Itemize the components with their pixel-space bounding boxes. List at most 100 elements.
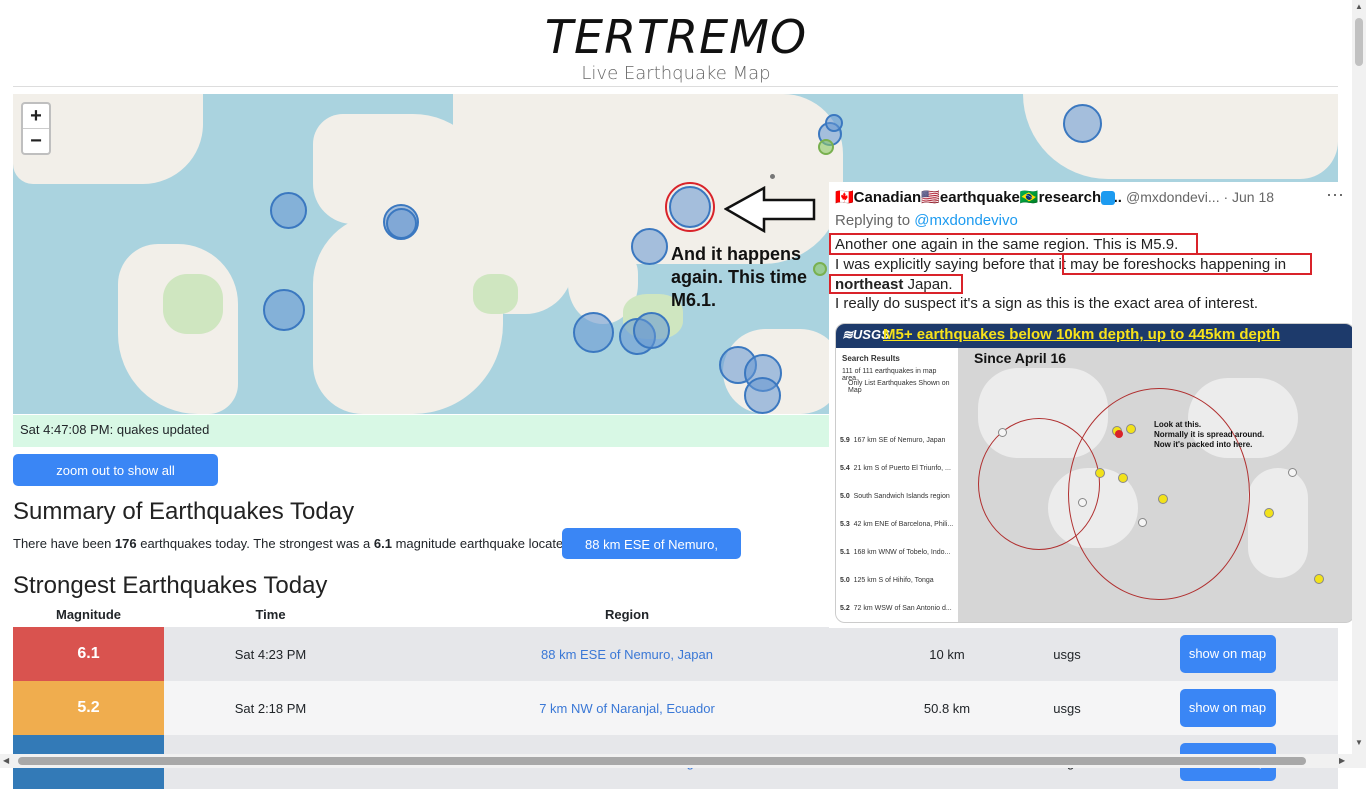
depth-cell: 50.8 km [877,681,1017,735]
zoom-in-button[interactable]: + [23,104,49,128]
highlight-box [829,233,1198,255]
earthquake-marker[interactable] [270,192,307,229]
quake-dot [1078,498,1087,507]
callout-line: Look at this. [1154,420,1202,429]
item-place: 167 km SE of Nemuro, Japan [853,437,946,444]
map-landmass [1248,468,1308,578]
summary-text: There have been 176 earthquakes today. T… [13,536,570,551]
scroll-up-icon[interactable]: ▲ [1355,2,1363,11]
region-link[interactable]: 7 km NW of Naranjal, Ecuador [377,681,877,735]
item-magnitude: 5.4 [840,465,850,472]
show-on-map-button[interactable]: show on map [1179,635,1276,673]
item-place: 168 km WNW of Tobelo, Indo... [853,549,951,556]
tweet-author-name[interactable]: 🇨🇦Canadian🇺🇸earthquake🇧🇷researche... [835,188,1122,206]
table-row: 5.2 Sat 2:18 PM 7 km NW of Naranjal, Ecu… [13,681,1338,735]
quake-dot [1138,518,1147,527]
scroll-right-icon[interactable]: ▶ [1339,756,1345,765]
time-cell: Sat 4:23 PM [164,627,377,681]
replying-prefix: Replying to [835,212,915,229]
quake-dot [1264,508,1274,518]
list-item: 5.0 125 km S of Hihifo, Tonga [840,577,934,584]
site-title: TERTREMO [544,10,808,64]
earthquake-marker[interactable] [813,262,827,276]
since-label: Since April 16 [974,350,1067,366]
summary-text-part: earthquakes today. The strongest was a [136,536,374,551]
usgs-image-title: M5+ earthquakes below 10km depth, up to … [883,326,1281,343]
column-header-region: Region [604,606,650,622]
tweet-overlay: 🇨🇦Canadian🇺🇸earthquake🇧🇷researche... @mx… [829,182,1355,628]
vertical-scrollbar[interactable]: ▲ ▼ [1352,0,1366,768]
replying-to-link[interactable]: @mxdondevivo [914,212,1018,229]
quake-dot [998,428,1007,437]
earthquake-marker[interactable] [631,228,668,265]
list-filter: Only List Earthquakes Shown on Map [848,380,950,394]
action-cell: show on map [1117,681,1338,735]
usgs-search-results: Search Results 111 of 111 earthquakes in… [836,348,958,622]
quake-dot [1314,574,1324,584]
zoom-out-all-button[interactable]: zoom out to show all earthquakes [13,454,218,510]
earthquake-marker[interactable] [1063,104,1102,143]
magnitude-cell: 5.2 [13,681,164,735]
zoom-out-button[interactable]: − [23,128,49,153]
item-place: 125 km S of Hihifo, Tonga [853,577,934,584]
highlight-box [1062,253,1312,275]
more-options-icon[interactable]: ··· [1326,184,1344,205]
scroll-left-icon[interactable]: ◀ [3,756,9,765]
item-magnitude: 5.0 [840,577,850,584]
region-link[interactable]: 88 km ESE of Nemuro, Japan [377,627,877,681]
show-on-map-button[interactable]: show on map [1179,689,1276,727]
plate-boundary [978,418,1100,550]
list-heading: Search Results [842,354,900,363]
source-cell: usgs [1017,681,1117,735]
quake-dot [1288,468,1297,477]
annotation-line: again. This time [671,267,808,287]
horizontal-scroll-thumb[interactable] [18,757,1306,765]
arrow-annotation-icon [724,186,816,234]
column-header-magnitude: Magnitude [56,606,121,622]
horizontal-scrollbar[interactable]: ◀ ▶ [0,754,1352,768]
earthquake-marker[interactable] [825,114,843,132]
item-magnitude: 5.0 [840,493,850,500]
earthquake-marker[interactable] [386,208,417,239]
earthquake-marker[interactable] [669,186,711,228]
vertical-scroll-thumb[interactable] [1355,18,1363,66]
callout-line: Now it's packed into here. [1154,440,1253,449]
usgs-header-bar: ≋USGS M5+ earthquakes below 10km depth, … [836,324,1354,348]
annotation-line: And it happens [671,244,801,264]
strongest-location-button[interactable]: 88 km ESE of Nemuro, Japan [562,528,741,583]
magnitude-cell: 6.1 [13,627,164,681]
quake-count: 176 [114,536,137,551]
header-divider [13,86,1338,87]
earthquake-marker[interactable] [573,312,614,353]
summary-text-part: There have been [13,536,115,551]
earthquake-marker[interactable] [263,289,305,331]
map-status-bar: Sat 4:47:08 PM: quakes updated [13,415,829,447]
item-place: 42 km ENE of Barcelona, Phili... [853,521,954,528]
scroll-down-icon[interactable]: ▼ [1355,738,1363,747]
item-magnitude: 5.3 [840,521,850,528]
earthquake-marker[interactable] [770,174,775,179]
forest-patch [473,274,518,314]
tweet-image-usgs-map[interactable]: ≋USGS M5+ earthquakes below 10km depth, … [835,323,1355,623]
forest-patch [163,274,223,334]
screenshot-annotation: And it happens again. This time M6.1. [671,243,807,312]
earthquake-marker[interactable] [633,312,670,349]
earthquake-marker[interactable] [818,139,834,155]
callout-text: Look at this. Normally it is spread arou… [1154,420,1264,450]
item-place: 72 km WSW of San Antonio d... [853,605,952,612]
list-item: 5.1 168 km WNW of Tobelo, Indo... [840,549,950,556]
callout-line: Normally it is spread around. [1154,430,1265,439]
quake-dot [1126,424,1136,434]
quake-dot [1158,494,1168,504]
source-cell: usgs [1017,627,1117,681]
time-cell: Sat 2:18 PM [164,681,377,735]
depth-cell: 10 km [877,627,1017,681]
list-item: 5.0 South Sandwich Islands region [840,493,950,500]
item-magnitude: 5.2 [840,605,850,612]
earthquake-marker[interactable] [744,377,781,414]
action-cell: show on map [1117,627,1338,681]
item-place: South Sandwich Islands region [853,493,950,500]
list-item: 5.4 21 km S of Puerto El Triunfo, ... [840,465,951,472]
item-magnitude: 5.1 [840,549,850,556]
highlight-box [829,274,963,294]
